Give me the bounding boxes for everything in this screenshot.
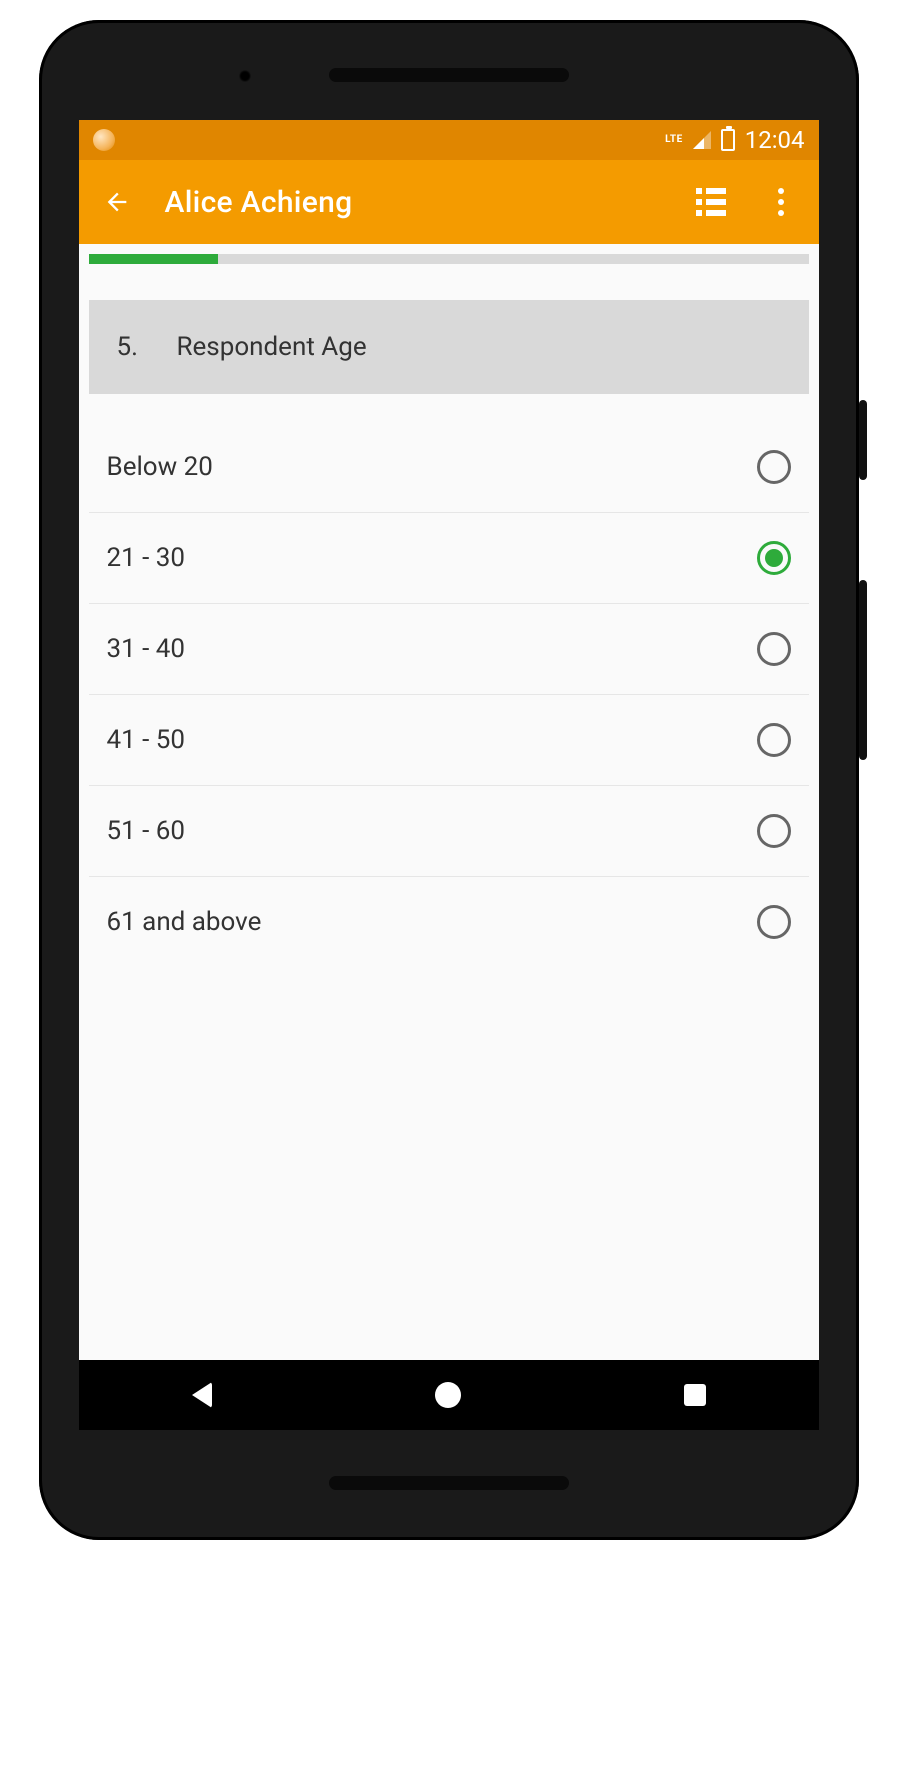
option-label: 31 - 40 — [107, 634, 186, 664]
circle-home-icon — [435, 1382, 461, 1408]
nav-back-button[interactable] — [172, 1365, 232, 1425]
battery-charging-icon — [721, 129, 735, 151]
app-bar: Alice Achieng — [79, 160, 819, 244]
list-icon — [696, 188, 726, 216]
option-row[interactable]: 51 - 60 — [89, 786, 809, 877]
question-number: 5. — [117, 332, 147, 362]
nav-recent-button[interactable] — [665, 1365, 725, 1425]
radio-icon[interactable] — [757, 905, 791, 939]
progress-fill — [89, 254, 219, 264]
back-button[interactable] — [95, 180, 139, 224]
status-notification-icon — [93, 129, 115, 151]
question-header: 5. Respondent Age — [89, 300, 809, 394]
option-label: 21 - 30 — [107, 543, 186, 573]
clock: 12:04 — [745, 126, 805, 154]
volume-button — [859, 580, 867, 760]
option-row[interactable]: 41 - 50 — [89, 695, 809, 786]
power-button — [859, 400, 867, 480]
option-row[interactable]: Below 20 — [89, 422, 809, 513]
radio-icon[interactable] — [757, 450, 791, 484]
square-recent-icon — [684, 1384, 706, 1406]
content: 5. Respondent Age Below 20 21 - 30 31 - 40… — [79, 264, 819, 1360]
front-camera — [239, 70, 251, 82]
triangle-back-icon — [192, 1382, 212, 1408]
option-row[interactable]: 21 - 30 — [89, 513, 809, 604]
option-label: Below 20 — [107, 452, 213, 482]
radio-icon[interactable] — [757, 814, 791, 848]
network-label: LTE — [665, 135, 683, 145]
options-list: Below 20 21 - 30 31 - 40 41 - 50 51 - 60 61 a… — [89, 394, 809, 967]
phone-frame: LTE 12:04 Alice Achieng — [39, 20, 859, 1540]
radio-icon[interactable] — [757, 723, 791, 757]
option-row[interactable]: 61 and above — [89, 877, 809, 967]
option-label: 51 - 60 — [107, 816, 186, 846]
page-title: Alice Achieng — [165, 185, 663, 220]
progress-bar — [89, 254, 809, 264]
screen: LTE 12:04 Alice Achieng — [79, 120, 819, 1430]
radio-icon[interactable] — [757, 541, 791, 575]
option-row[interactable]: 31 - 40 — [89, 604, 809, 695]
option-label: 41 - 50 — [107, 725, 186, 755]
overflow-menu-button[interactable] — [759, 180, 803, 224]
list-view-button[interactable] — [689, 180, 733, 224]
more-vert-icon — [778, 188, 784, 216]
status-bar: LTE 12:04 — [79, 120, 819, 160]
nav-home-button[interactable] — [418, 1365, 478, 1425]
signal-icon — [693, 131, 711, 149]
option-label: 61 and above — [107, 907, 262, 937]
radio-icon[interactable] — [757, 632, 791, 666]
android-nav-bar — [79, 1360, 819, 1430]
progress-container — [79, 244, 819, 264]
back-arrow-icon — [103, 188, 131, 216]
question-title: Respondent Age — [177, 332, 367, 362]
